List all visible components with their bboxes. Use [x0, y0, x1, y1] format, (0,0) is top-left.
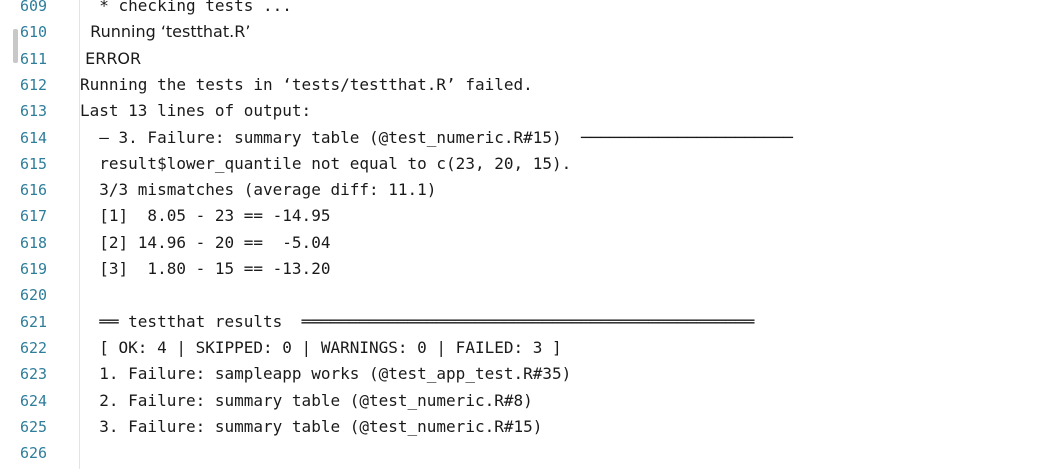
log-line: 610 Running ‘testthat.R’ [0, 19, 1037, 45]
log-line: 611 ERROR [0, 46, 1037, 72]
line-number: 619 [20, 260, 48, 278]
line-text: — 3. Failure: summary table (@test_numer… [80, 127, 793, 147]
line-text: [1] 8.05 - 23 == -14.95 [80, 206, 331, 226]
log-line: 626 [0, 440, 1037, 466]
line-number: 621 [20, 312, 48, 331]
line-number: 618 [20, 233, 48, 252]
line-text: [2] 14.96 - 20 == -5.04 [80, 232, 331, 252]
line-text: [3] 1.80 - 15 == -13.20 [80, 259, 331, 278]
log-line: 620 [0, 282, 1037, 308]
line-text: * checking tests ... [80, 0, 292, 15]
line-number: 616 [20, 181, 48, 200]
line-number: 626 [20, 444, 48, 463]
log-line: 624 2. Failure: summary table (@test_num… [0, 388, 1037, 414]
line-number: 612 [20, 75, 48, 94]
line-number: 614 [20, 128, 48, 147]
line-text: ══ testthat results ════════════════════… [80, 311, 755, 331]
line-number: 613 [20, 102, 48, 121]
line-text: 1. Failure: sampleapp works (@test_app_t… [80, 364, 572, 384]
line-text: [ OK: 4 | SKIPPED: 0 | WARNINGS: 0 | FAI… [80, 337, 562, 357]
log-line: 618 [2] 14.96 - 20 == -5.04 [0, 230, 1037, 256]
line-text: 2. Failure: summary table (@test_numeric… [80, 390, 533, 410]
line-text: result$lower_quantile not equal to c(23,… [80, 153, 572, 173]
log-line: 615 result$lower_quantile not equal to c… [0, 151, 1037, 177]
log-line: 614 — 3. Failure: summary table (@test_n… [0, 125, 1037, 151]
line-text: Last 13 lines of output: [80, 101, 312, 121]
line-number: 620 [20, 286, 48, 305]
line-number: 609 [20, 0, 48, 15]
line-number: 622 [20, 338, 48, 357]
log-line: 625 3. Failure: summary table (@test_num… [0, 414, 1037, 440]
log-line: 617 [1] 8.05 - 23 == -14.95 [0, 203, 1037, 229]
line-text: 3. Failure: summary table (@test_numeric… [80, 416, 543, 436]
log-line: 623 1. Failure: sampleapp works (@test_a… [0, 361, 1037, 387]
line-number: 623 [20, 365, 48, 384]
log-line: 622 [ OK: 4 | SKIPPED: 0 | WARNINGS: 0 |… [0, 335, 1037, 361]
log-line: 613 Last 13 lines of output: [0, 98, 1037, 124]
line-text: Running ‘testthat.R’ [80, 22, 251, 42]
line-number: 624 [20, 391, 48, 410]
line-number: 617 [20, 207, 48, 226]
line-number: 625 [20, 417, 48, 436]
log-line: 619 [3] 1.80 - 15 == -13.20 [0, 256, 1037, 282]
log-line: 621 ══ testthat results ════════════════… [0, 309, 1037, 335]
line-number: 610 [20, 23, 48, 42]
line-number: 615 [20, 154, 48, 173]
line-text: ERROR [80, 48, 142, 68]
log-line: 616 3/3 mismatches (average diff: 11.1) [0, 177, 1037, 203]
line-text: Running the tests in ‘tests/testthat.R’ … [80, 74, 533, 94]
line-number: 611 [20, 49, 48, 68]
log-line: 612 Running the tests in ‘tests/testthat.… [0, 72, 1037, 98]
console-log-viewer[interactable]: 609 * checking tests ... 610 Running ‘tes… [0, 0, 1037, 469]
line-text: 3/3 mismatches (average diff: 11.1) [80, 180, 437, 200]
log-line: 609 * checking tests ... [0, 0, 1037, 19]
